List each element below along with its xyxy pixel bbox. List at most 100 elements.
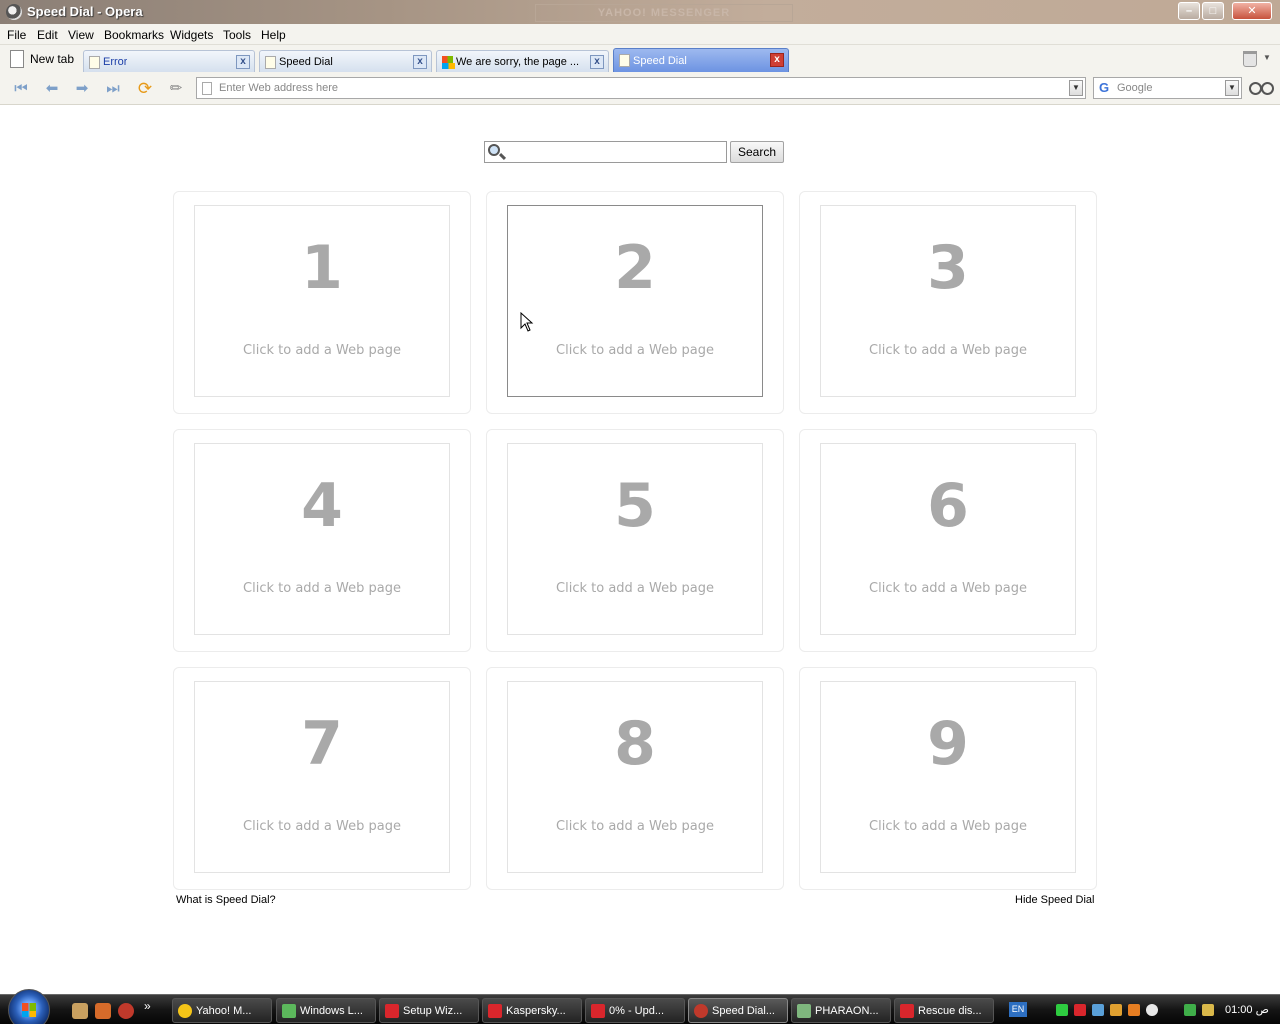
edit-pencil-icon[interactable]: ✏ (166, 79, 186, 99)
speed-dial-tile-5[interactable]: 5 Click to add a Web page (486, 429, 784, 652)
new-tab-button[interactable]: New tab (6, 49, 74, 71)
address-input[interactable] (219, 80, 1059, 96)
taskbar-item-yahoo[interactable]: Yahoo! M... (172, 998, 272, 1023)
google-icon: G (1099, 80, 1110, 95)
battery-icon[interactable] (1184, 1004, 1196, 1016)
minimize-button[interactable]: – (1178, 2, 1200, 20)
tile-hint: Click to add a Web page (243, 343, 401, 358)
tab-we-are-sorry[interactable]: We are sorry, the page ... x (436, 50, 609, 72)
tile-number: 6 (927, 471, 969, 541)
tile-thumbnail[interactable]: 6 Click to add a Web page (820, 443, 1076, 635)
menu-tools[interactable]: Tools (223, 28, 251, 42)
app-icon (797, 1004, 811, 1018)
network-icon[interactable] (1092, 1004, 1104, 1016)
hide-speed-dial-link[interactable]: Hide Speed Dial (1015, 894, 1095, 906)
trash-icon[interactable] (1243, 51, 1257, 67)
tab-label: Speed Dial (279, 56, 333, 68)
address-dropdown-button[interactable]: ▼ (1069, 80, 1083, 96)
speed-dial-tile-9[interactable]: 9 Click to add a Web page (799, 667, 1097, 890)
search-button[interactable]: Search (730, 141, 784, 163)
speed-dial-tile-1[interactable]: 1 Click to add a Web page (173, 191, 471, 414)
kaspersky-icon[interactable] (1074, 1004, 1086, 1016)
menu-bookmarks[interactable]: Bookmarks (104, 28, 164, 42)
tile-thumbnail[interactable]: 5 Click to add a Web page (507, 443, 763, 635)
search-engine-input[interactable] (1117, 80, 1217, 96)
volume-icon[interactable] (1146, 1004, 1158, 1016)
quick-launch-app-icon[interactable] (95, 1003, 111, 1019)
reload-icon[interactable]: ⟳ (135, 79, 155, 99)
close-tab-icon[interactable]: x (236, 55, 250, 69)
quick-launch-app-icon[interactable] (72, 1003, 88, 1019)
power-icon[interactable] (1202, 1004, 1214, 1016)
forward-arrow-icon[interactable]: ➡ (72, 79, 92, 99)
opera-icon (6, 4, 22, 20)
maximize-button[interactable]: □ (1202, 2, 1224, 20)
close-tab-icon[interactable]: x (413, 55, 427, 69)
taskbar-item-windows-live[interactable]: Windows L... (276, 998, 376, 1023)
tile-thumbnail[interactable]: 7 Click to add a Web page (194, 681, 450, 873)
close-tab-icon[interactable]: x (770, 53, 784, 67)
taskbar-item-setup-wizard[interactable]: Setup Wiz... (379, 998, 479, 1023)
tab-speed-dial-active[interactable]: Speed Dial x (613, 48, 789, 72)
opera-icon (694, 1004, 708, 1018)
tile-number: 7 (301, 709, 343, 779)
tile-hint: Click to add a Web page (243, 819, 401, 834)
tile-hint: Click to add a Web page (869, 819, 1027, 834)
tab-error[interactable]: Error x (83, 50, 255, 72)
tile-thumbnail[interactable]: 2 Click to add a Web page (507, 205, 763, 397)
speed-dial-search-field[interactable] (484, 141, 727, 163)
menu-view[interactable]: View (68, 28, 94, 42)
tile-thumbnail[interactable]: 8 Click to add a Web page (507, 681, 763, 873)
search-engine-box[interactable]: G ▼ (1093, 77, 1242, 99)
speed-dial-tile-7[interactable]: 7 Click to add a Web page (173, 667, 471, 890)
taskbar-item-kaspersky[interactable]: Kaspersky... (482, 998, 582, 1023)
taskbar-item-rescue-disk[interactable]: Rescue dis... (894, 998, 994, 1023)
menu-widgets[interactable]: Widgets (170, 28, 213, 42)
search-engine-dropdown-button[interactable]: ▼ (1225, 80, 1239, 96)
tile-thumbnail[interactable]: 4 Click to add a Web page (194, 443, 450, 635)
taskbar: » Yahoo! M... Windows L... Setup Wiz... … (0, 989, 1280, 1024)
speed-dial-tile-8[interactable]: 8 Click to add a Web page (486, 667, 784, 890)
chevron-right-icon[interactable]: » (144, 999, 151, 1013)
taskbar-item-speed-dial[interactable]: Speed Dial... (688, 998, 788, 1023)
tile-thumbnail[interactable]: 9 Click to add a Web page (820, 681, 1076, 873)
flag-icon[interactable] (1056, 1004, 1068, 1016)
tile-thumbnail[interactable]: 1 Click to add a Web page (194, 205, 450, 397)
quick-launch-opera-icon[interactable] (118, 1003, 134, 1019)
rewind-icon[interactable]: ⏮ (11, 79, 31, 99)
close-window-button[interactable]: ✕ (1232, 2, 1272, 20)
speed-dial-search-input[interactable] (507, 144, 722, 160)
kaspersky-icon (900, 1004, 914, 1018)
tile-thumbnail[interactable]: 3 Click to add a Web page (820, 205, 1076, 397)
tray-app-icon[interactable] (1128, 1004, 1140, 1016)
tile-number: 1 (301, 233, 343, 303)
speed-dial-tile-2[interactable]: 2 Click to add a Web page (486, 191, 784, 414)
taskbar-item-update[interactable]: 0% - Upd... (585, 998, 685, 1023)
menu-help[interactable]: Help (261, 28, 286, 42)
back-arrow-icon[interactable]: ⬅ (42, 79, 62, 99)
start-button[interactable] (8, 989, 50, 1024)
speed-dial-tile-4[interactable]: 4 Click to add a Web page (173, 429, 471, 652)
clock[interactable]: 01:00 ص (1225, 1003, 1269, 1016)
speed-dial-tile-6[interactable]: 6 Click to add a Web page (799, 429, 1097, 652)
what-is-speed-dial-link[interactable]: What is Speed Dial? (176, 894, 276, 906)
speed-dial-tile-3[interactable]: 3 Click to add a Web page (799, 191, 1097, 414)
address-bar[interactable]: ▼ (196, 77, 1086, 99)
page-icon (202, 82, 212, 95)
close-tab-icon[interactable]: x (590, 55, 604, 69)
tab-speed-dial[interactable]: Speed Dial x (259, 50, 432, 72)
new-tab-label: New tab (30, 52, 75, 66)
taskbar-item-pharaon[interactable]: PHARAON... (791, 998, 891, 1023)
menu-file[interactable]: File (7, 28, 26, 42)
fast-forward-icon[interactable]: ⏭ (103, 79, 123, 99)
speed-dial-page: Search 1 Click to add a Web page 2 Click… (3, 106, 1277, 994)
language-indicator[interactable]: EN (1009, 1002, 1027, 1017)
glasses-icon[interactable] (1249, 80, 1274, 96)
page-icon (89, 56, 100, 69)
tile-number: 2 (614, 233, 656, 303)
chevron-down-icon[interactable]: ▼ (1263, 53, 1271, 62)
tray-app-icon[interactable] (1110, 1004, 1122, 1016)
windows-logo-icon (442, 56, 455, 69)
menu-edit[interactable]: Edit (37, 28, 58, 42)
tab-label: Error (103, 56, 128, 68)
